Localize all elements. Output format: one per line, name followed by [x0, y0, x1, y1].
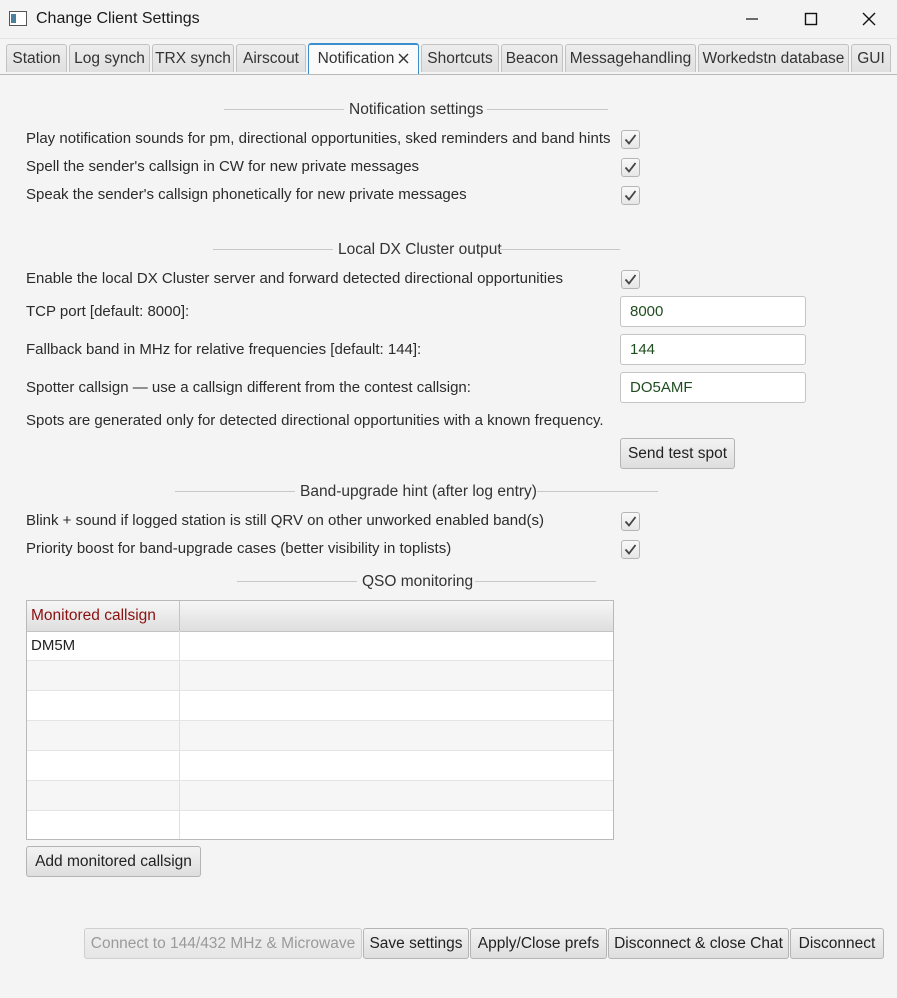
dxcluster-info-text: Spots are generated only for detected di… [26, 412, 604, 429]
tab-label: Notification [317, 50, 395, 67]
tab-gui[interactable]: GUI [851, 44, 891, 72]
spotter-callsign-label: Spotter callsign — use a callsign differ… [26, 379, 471, 396]
send-test-spot-button[interactable]: Send test spot [620, 438, 735, 469]
maximize-icon [804, 12, 818, 26]
apply-close-prefs-button[interactable]: Apply/Close prefs [470, 928, 607, 959]
separator [175, 491, 295, 492]
table-row[interactable] [27, 661, 613, 691]
table-row[interactable] [27, 751, 613, 781]
table-row[interactable] [27, 691, 613, 721]
table-row[interactable] [27, 811, 613, 839]
monitored-callsign-table[interactable]: Monitored callsign DM5M [26, 600, 614, 840]
checkmark-icon [624, 516, 637, 527]
save-settings-button[interactable]: Save settings [363, 928, 469, 959]
separator [487, 109, 608, 110]
tab-label: Airscout [243, 50, 299, 67]
tab-label: Messagehandling [569, 50, 692, 67]
dxcluster-enable-label: Enable the local DX Cluster server and f… [26, 270, 563, 287]
tab-bar: Station Log synch TRX synch Airscout Not… [0, 43, 897, 75]
notification-section-title: Notification settings [349, 101, 484, 118]
tab-label: Shortcuts [427, 50, 493, 67]
checkmark-icon [624, 274, 637, 285]
fallback-band-field[interactable] [620, 334, 806, 365]
separator [537, 491, 658, 492]
tab-label: Station [12, 50, 61, 67]
separator [237, 581, 357, 582]
tcp-port-field[interactable] [620, 296, 806, 327]
close-icon [862, 12, 876, 26]
tab-label: Workedstn database [702, 50, 845, 67]
close-button[interactable] [840, 0, 897, 38]
minimize-button[interactable] [723, 0, 781, 38]
separator [475, 581, 596, 582]
separator [499, 249, 620, 250]
qso-monitoring-section-title: QSO monitoring [362, 573, 474, 590]
empty-column-header [176, 601, 613, 631]
bandupgrade-section-title: Band-upgrade hint (after log entry) [300, 483, 537, 500]
tab-label: Log synch [74, 50, 145, 67]
tab-airscout[interactable]: Airscout [236, 44, 306, 72]
tab-trx-synch[interactable]: TRX synch [152, 44, 234, 72]
speak-phonetic-checkbox[interactable] [621, 186, 640, 205]
callsign-cell [27, 661, 180, 690]
tcp-port-label: TCP port [default: 8000]: [26, 303, 190, 320]
title-bar: Change Client Settings [0, 0, 897, 39]
tab-messagehandling[interactable]: Messagehandling [565, 44, 696, 72]
priority-boost-checkbox[interactable] [621, 540, 640, 559]
spotter-callsign-field[interactable] [620, 372, 806, 403]
tab-shortcuts[interactable]: Shortcuts [421, 44, 499, 72]
priority-boost-label: Priority boost for band-upgrade cases (b… [26, 540, 452, 557]
callsign-cell: DM5M [27, 631, 180, 660]
minimize-icon [746, 18, 758, 20]
window-title: Change Client Settings [36, 10, 200, 27]
table-header: Monitored callsign [27, 601, 613, 632]
notification-sounds-label: Play notification sounds for pm, directi… [26, 130, 611, 147]
add-monitored-callsign-button[interactable]: Add monitored callsign [26, 846, 201, 877]
connect-button[interactable]: Connect to 144/432 MHz & Microwave [84, 928, 362, 959]
separator [213, 249, 333, 250]
checkmark-icon [624, 134, 637, 145]
maximize-button[interactable] [782, 0, 840, 38]
tab-workedstn-database[interactable]: Workedstn database [698, 44, 849, 72]
app-icon [9, 11, 27, 26]
disconnect-close-chat-button[interactable]: Disconnect & close Chat [608, 928, 789, 959]
speak-phonetic-label: Speak the sender's callsign phonetically… [26, 186, 467, 203]
callsign-cell [27, 751, 180, 780]
monitored-callsign-column-header[interactable]: Monitored callsign [27, 601, 180, 631]
tab-label: Beacon [505, 50, 559, 67]
callsign-cell [27, 721, 180, 750]
tab-beacon[interactable]: Beacon [501, 44, 563, 72]
tab-close-icon[interactable] [398, 46, 409, 73]
spell-cw-label: Spell the sender's callsign in CW for ne… [26, 158, 420, 175]
tab-notification[interactable]: Notification [308, 43, 419, 74]
checkmark-icon [624, 544, 637, 555]
callsign-cell [27, 691, 180, 720]
table-row[interactable] [27, 721, 613, 751]
spell-cw-checkbox[interactable] [621, 158, 640, 177]
blink-sound-label: Blink + sound if logged station is still… [26, 512, 544, 529]
notification-sounds-checkbox[interactable] [621, 130, 640, 149]
table-row[interactable] [27, 781, 613, 811]
checkmark-icon [624, 190, 637, 201]
callsign-cell [27, 811, 180, 839]
tab-label: GUI [857, 50, 885, 67]
disconnect-button[interactable]: Disconnect [790, 928, 884, 959]
tab-label: TRX synch [155, 50, 231, 67]
tab-station[interactable]: Station [6, 44, 67, 72]
callsign-cell [27, 781, 180, 810]
dxcluster-enable-checkbox[interactable] [621, 270, 640, 289]
checkmark-icon [624, 162, 637, 173]
separator [224, 109, 344, 110]
fallback-band-label: Fallback band in MHz for relative freque… [26, 341, 422, 358]
dxcluster-section-title: Local DX Cluster output [338, 241, 502, 258]
table-row[interactable]: DM5M [27, 631, 613, 661]
blink-sound-checkbox[interactable] [621, 512, 640, 531]
tab-log-synch[interactable]: Log synch [69, 44, 150, 72]
